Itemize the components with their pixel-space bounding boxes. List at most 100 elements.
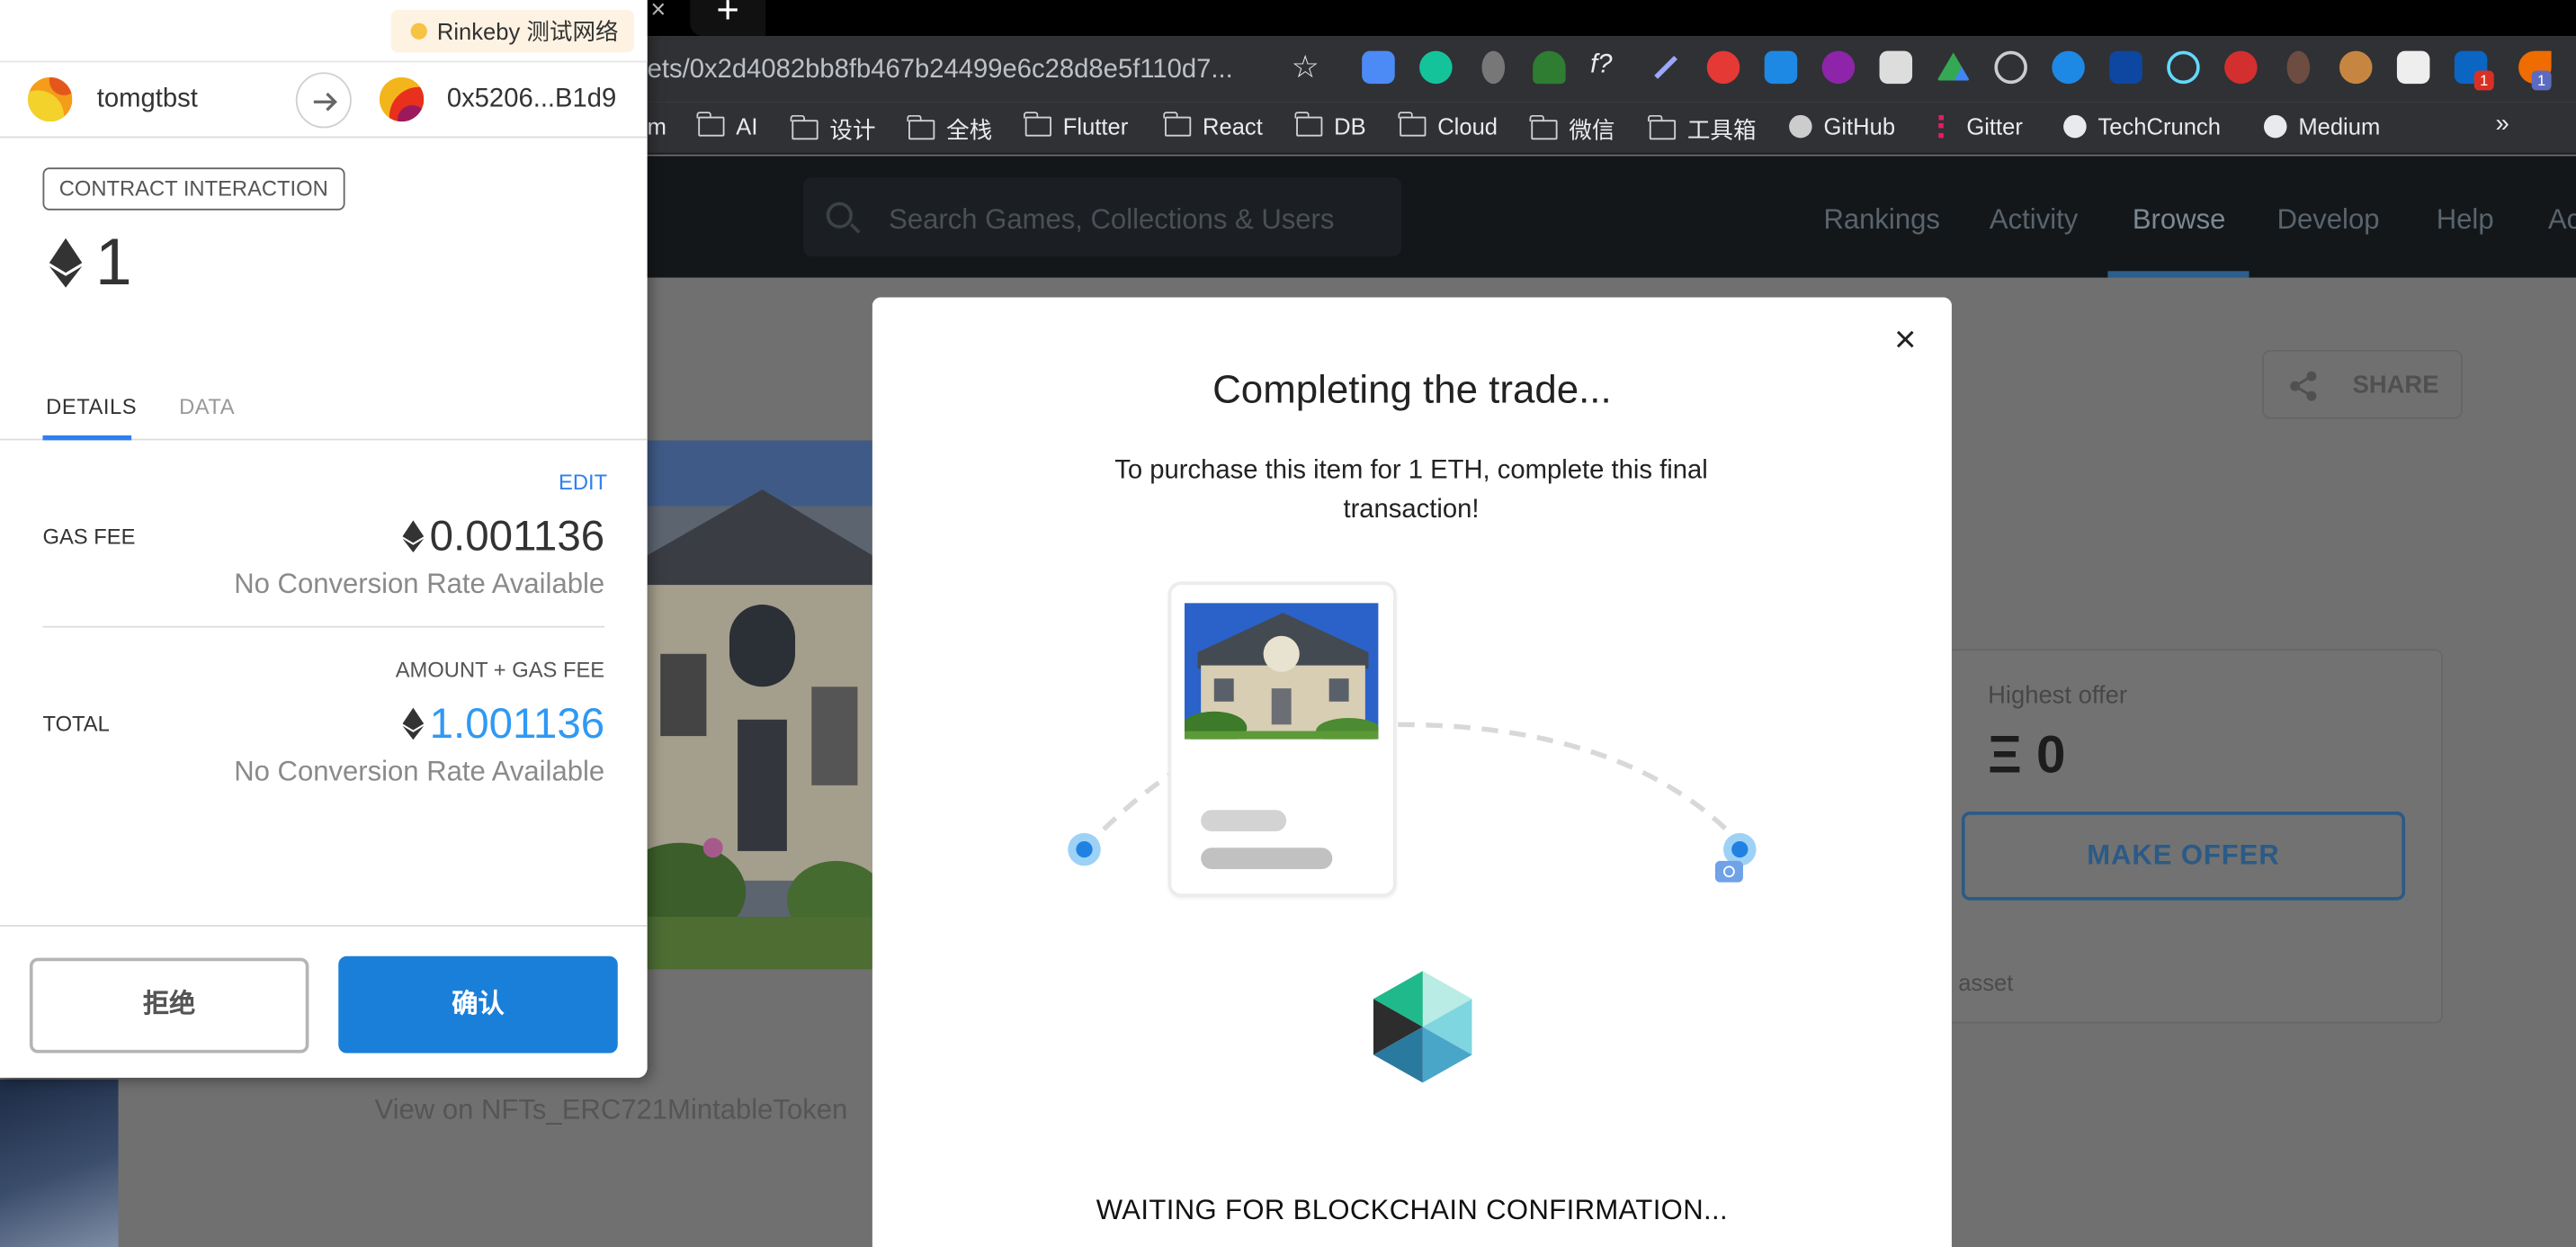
url-text[interactable]: ets/0x2d4082bb8fb467b24499e6c28d8e5f110d… (648, 56, 1233, 85)
bookmark-techcrunch[interactable]: TechCrunch (2063, 113, 2221, 139)
arrow-right-icon (295, 72, 352, 129)
transfer-path (1082, 722, 1742, 851)
nav-help[interactable]: Help (2437, 203, 2494, 237)
github-icon (1789, 114, 1812, 139)
metamask-footer: 拒绝 确认 (0, 925, 648, 1078)
loading-hexagon-icon (1373, 971, 1472, 1083)
folder-icon (1530, 114, 1558, 140)
item-card (1167, 581, 1397, 898)
make-offer-button[interactable]: MAKE OFFER (1961, 812, 2406, 901)
check-extension-icon[interactable] (2224, 50, 2258, 85)
to-avatar (379, 76, 425, 122)
linkedin-extension-icon[interactable]: 1 (2454, 50, 2494, 91)
bookmark-folder-cloud[interactable]: Cloud (1399, 112, 1498, 140)
new-tab-button[interactable]: + (690, 0, 766, 37)
bookmark-label: Gitter (1966, 113, 2023, 140)
grammarly-extension-icon[interactable] (1419, 50, 1453, 85)
placeholder-line (1201, 810, 1287, 832)
folder-icon (1163, 112, 1192, 137)
bookmark-medium[interactable]: Medium (2263, 113, 2380, 139)
camera-icon (1714, 860, 1743, 883)
folder-icon (1024, 112, 1051, 137)
metamask-tabs: DETAILS DATA (0, 374, 648, 441)
active-tab-indicator (42, 435, 132, 441)
drive-extension-icon[interactable] (1936, 52, 1971, 81)
edit-gas-button[interactable]: EDIT (559, 470, 607, 494)
amount-value: 1 (94, 227, 132, 300)
close-icon[interactable]: × (1894, 319, 1917, 357)
bookmarks-overflow-button[interactable]: » (2495, 110, 2509, 138)
bookmark-folder-ai[interactable]: AI (697, 112, 757, 139)
pen-extension-icon[interactable] (1650, 51, 1683, 85)
tab-details[interactable]: DETAILS (46, 394, 137, 418)
bookmark-label: Cloud (1437, 113, 1498, 140)
folder-icon (1399, 112, 1427, 137)
trade-illustration (872, 561, 1952, 938)
block-extension-icon[interactable] (1706, 50, 1740, 85)
highest-offer-label: Highest offer (1988, 681, 2127, 710)
bookmark-label: DB (1334, 113, 1366, 140)
tree-extension-icon[interactable] (1533, 50, 1566, 85)
font-extension-icon[interactable]: f? (1590, 51, 1623, 85)
interaction-type-badge: CONTRACT INTERACTION (42, 167, 345, 211)
view-on-contract-link[interactable]: View on NFTs_ERC721MintableToken (374, 1094, 847, 1127)
bookmark-item[interactable]: m (648, 113, 666, 139)
bookmark-folder-react[interactable]: React (1163, 112, 1263, 140)
total-conversion: No Conversion Rate Available (234, 756, 605, 787)
bookmark-star-icon[interactable]: ☆ (1292, 49, 1319, 87)
bulb-extension-icon[interactable] (1994, 50, 2027, 85)
bookmark-folder-toolbox[interactable]: 工具箱 (1648, 113, 1757, 147)
bookmark-label: Flutter (1062, 113, 1129, 140)
bookmark-folder-design[interactable]: 设计 (791, 113, 876, 147)
folder-icon (907, 114, 935, 140)
desktop-wallpaper (0, 1079, 119, 1247)
to-address[interactable]: 0x5206...B1d9 (447, 85, 617, 115)
amount-plus-gas-label: AMOUNT + GAS FEE (395, 657, 605, 682)
account-row: tomgtbst 0x5206...B1d9 (0, 62, 648, 139)
item-image (1184, 603, 1379, 740)
search-icon (826, 202, 853, 229)
bookmark-folder-wechat[interactable]: 微信 (1530, 113, 1614, 147)
screen: × + ets/0x2d4082bb8fb467b24499e6c28d8e5f… (0, 0, 2576, 1247)
bookmark-label: 全栈 (946, 116, 993, 143)
bookmark-folder-fullstack[interactable]: 全栈 (907, 113, 993, 147)
from-account-name[interactable]: tomgtbst (97, 85, 198, 115)
tab-close-icon[interactable]: × (650, 0, 666, 26)
fox-extension-icon[interactable]: 1 (2518, 50, 2552, 91)
highest-offer-value: Ξ 0 (1988, 724, 2066, 785)
bookmark-folder-db[interactable]: DB (1295, 112, 1366, 140)
metamask-popup: Rinkeby 测试网络 tomgtbst 0x5206...B1d9 CONT… (0, 0, 648, 1078)
bookmark-github[interactable]: GitHub (1789, 113, 1895, 139)
extension-icon[interactable] (2286, 50, 2311, 85)
translate-extension-icon[interactable] (1362, 50, 1395, 85)
trello-extension-icon[interactable] (1879, 50, 1913, 85)
tab-data[interactable]: DATA (179, 394, 235, 418)
globe-icon (2063, 114, 2087, 139)
code-extension-icon[interactable] (1821, 50, 1856, 85)
confirm-button[interactable]: 确认 (338, 955, 618, 1054)
extension-icon[interactable] (1481, 50, 1506, 85)
nav-account[interactable]: Ac (2548, 203, 2576, 237)
offer-panel: Highest offer Ξ 0 MAKE OFFER is asset (1936, 649, 2444, 1024)
asset-image[interactable] (647, 440, 872, 970)
card-extension-icon[interactable] (2109, 50, 2142, 85)
share-button[interactable]: SHARE (2262, 349, 2463, 419)
cookie-extension-icon[interactable] (2339, 50, 2373, 85)
download-extension-icon[interactable] (1764, 50, 1798, 85)
nav-activity[interactable]: Activity (1990, 203, 2078, 237)
nav-browse[interactable]: Browse (2133, 203, 2226, 237)
bookmark-gitter[interactable]: Gitter (1938, 113, 2023, 139)
bookmark-folder-flutter[interactable]: Flutter (1024, 112, 1129, 140)
search-placeholder: Search Games, Collections & Users (889, 203, 1335, 236)
react-devtools-icon[interactable] (2167, 50, 2200, 85)
network-selector[interactable]: Rinkeby 测试网络 (390, 9, 635, 53)
bookmark-label: React (1203, 113, 1263, 140)
bookmark-label: GitHub (1823, 113, 1896, 140)
page-extension-icon[interactable] (2396, 50, 2430, 85)
nav-develop[interactable]: Develop (2277, 203, 2380, 237)
site-search-input[interactable]: Search Games, Collections & Users (803, 177, 1402, 256)
reject-button[interactable]: 拒绝 (29, 957, 309, 1054)
nav-rankings[interactable]: Rankings (1823, 203, 1939, 237)
compass-extension-icon[interactable] (2052, 50, 2085, 85)
share-icon (2290, 371, 2317, 401)
